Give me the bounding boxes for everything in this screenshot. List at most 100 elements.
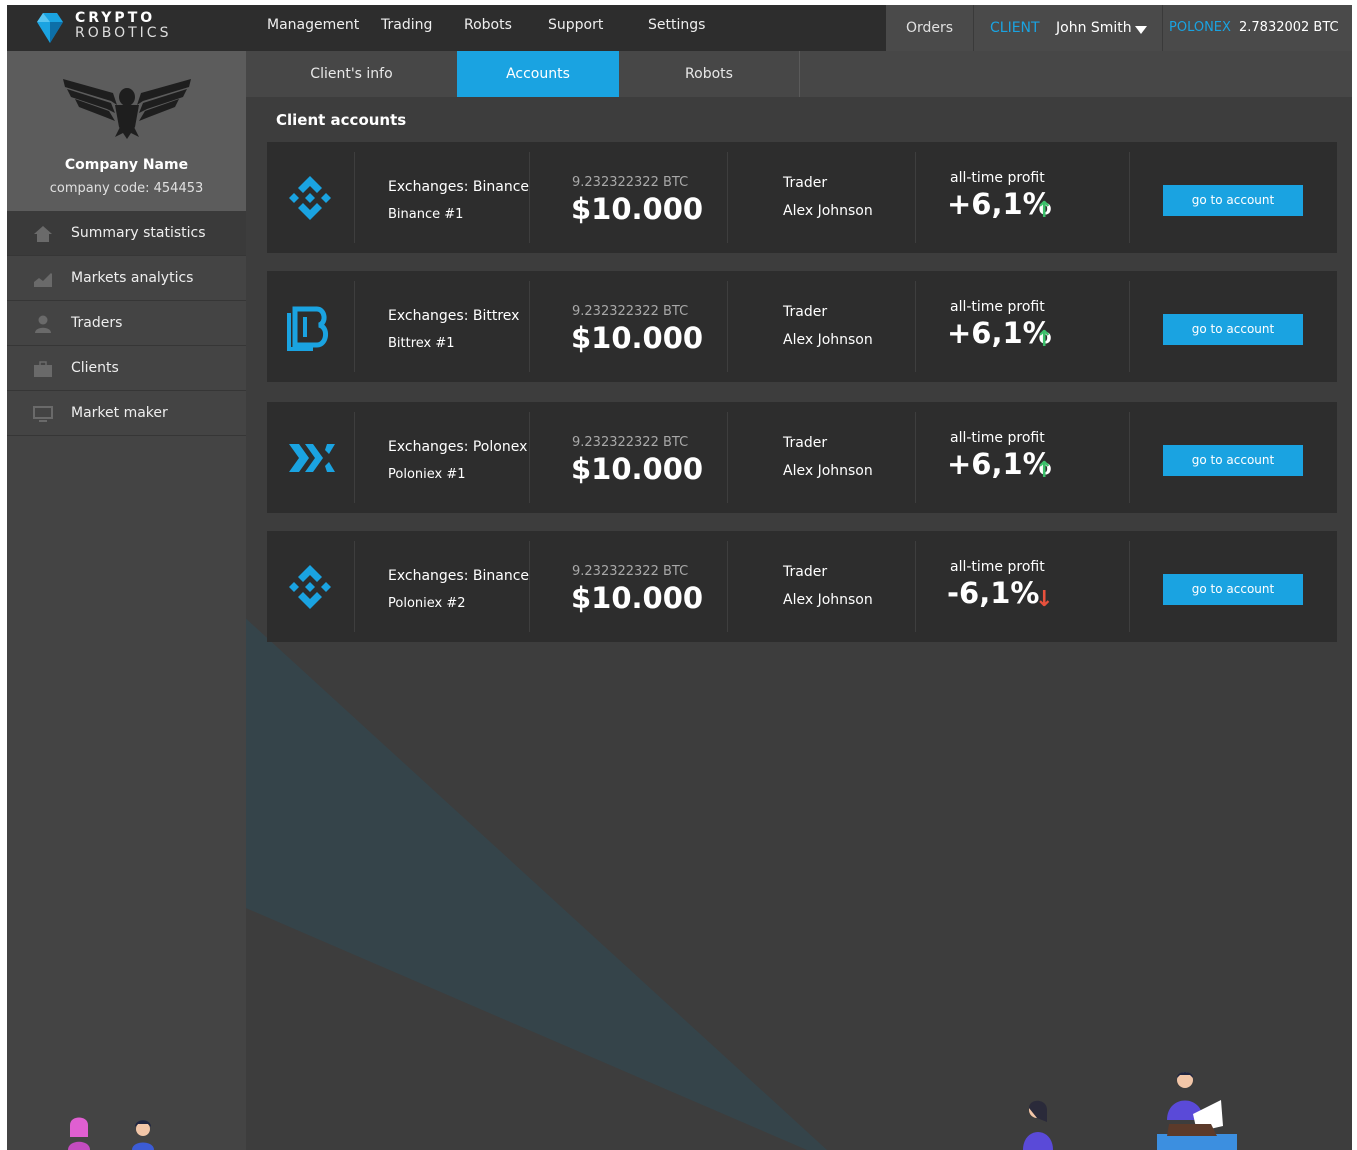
trader-name: Alex Johnson xyxy=(783,332,873,348)
card-divider xyxy=(915,541,916,632)
page-title: Client accounts xyxy=(276,111,407,129)
exchange-name: Exchanges: Bittrex xyxy=(388,308,520,324)
people-illustration-right xyxy=(1023,1072,1237,1150)
usd-balance: $10.000 xyxy=(571,192,704,226)
briefcase-icon xyxy=(34,361,52,377)
card-divider xyxy=(915,412,916,503)
sidebar-item-label: Traders xyxy=(71,315,123,331)
card-divider xyxy=(727,541,728,632)
nav-support[interactable]: Support xyxy=(548,17,603,33)
people-illustration-left xyxy=(68,1117,154,1150)
sidebar-item-clients[interactable]: Clients xyxy=(7,346,246,391)
arrow-down-icon: ↓ xyxy=(1035,587,1054,612)
trader-name: Alex Johnson xyxy=(783,463,873,479)
go-to-account-button[interactable]: go to account xyxy=(1163,185,1303,216)
monitor-icon xyxy=(33,406,53,422)
tab-clients-info[interactable]: Client's info xyxy=(246,51,457,97)
arrow-up-icon: ↑ xyxy=(1035,327,1054,352)
sidebar-item-label: Clients xyxy=(71,360,119,376)
go-to-account-button[interactable]: go to account xyxy=(1163,314,1303,345)
card-divider xyxy=(727,281,728,372)
binance-logo-icon xyxy=(289,565,331,609)
orders-button[interactable]: Orders xyxy=(886,5,974,51)
app-window: CRYPTO ROBOTICS Management Trading Robot… xyxy=(7,5,1352,1150)
tab-divider xyxy=(799,51,800,97)
sidebar-item-markets-analytics[interactable]: Markets analytics xyxy=(7,256,246,301)
card-divider xyxy=(1129,541,1130,632)
arrow-up-icon: ↑ xyxy=(1035,198,1054,223)
company-name: Company Name xyxy=(64,157,189,173)
account-name: Poloniex #2 xyxy=(388,596,466,611)
exchange-balance[interactable]: POLONEX 2.7832002 BTC xyxy=(1163,5,1352,51)
nav-settings[interactable]: Settings xyxy=(648,17,705,33)
sidebar-item-traders[interactable]: Traders xyxy=(7,301,246,346)
logo-text-top: CRYPTO xyxy=(75,10,156,26)
company-code: company code: 454453 xyxy=(49,181,204,196)
binance-logo-icon xyxy=(289,176,331,220)
tab-accounts[interactable]: Accounts xyxy=(457,51,619,97)
card-divider xyxy=(529,541,530,632)
eagle-logo-icon xyxy=(63,79,191,139)
account-card: Exchanges: Binance Binance #1 9.23232232… xyxy=(267,142,1337,253)
exchange-balance-value: 2.7832002 BTC xyxy=(1239,20,1339,35)
sidebar-item-market-maker[interactable]: Market maker xyxy=(7,391,246,436)
go-to-account-button[interactable]: go to account xyxy=(1163,574,1303,605)
account-card: Exchanges: Bittrex Bittrex #1 9.23232232… xyxy=(267,271,1337,382)
client-name: John Smith xyxy=(1056,20,1132,36)
card-divider xyxy=(354,152,355,243)
poloniex-logo-icon xyxy=(289,444,335,472)
top-right-panel: Orders CLIENT John Smith POLONEX 2.78320… xyxy=(886,5,1352,51)
nav-robots[interactable]: Robots xyxy=(464,17,512,33)
sidebar-item-label: Market maker xyxy=(71,405,168,421)
account-card: Exchanges: Polonex Poloniex #1 9.2323223… xyxy=(267,402,1337,513)
trader-label: Trader xyxy=(783,564,828,580)
card-divider xyxy=(727,152,728,243)
sidebar-item-label: Summary statistics xyxy=(71,225,206,241)
usd-balance: $10.000 xyxy=(571,581,704,615)
arrow-up-icon: ↑ xyxy=(1035,458,1054,483)
card-divider xyxy=(354,412,355,503)
btc-balance: 9.232322322 BTC xyxy=(572,564,689,579)
card-divider xyxy=(727,412,728,503)
trader-label: Trader xyxy=(783,175,828,191)
account-card: Exchanges: Binance Poloniex #2 9.2323223… xyxy=(267,531,1337,642)
btc-balance: 9.232322322 BTC xyxy=(572,304,689,319)
profit-label: all-time profit xyxy=(950,559,1045,575)
nav-management[interactable]: Management xyxy=(267,17,359,33)
card-divider xyxy=(529,412,530,503)
client-selector[interactable]: CLIENT John Smith xyxy=(974,5,1163,51)
profit-label: all-time profit xyxy=(950,299,1045,315)
home-icon xyxy=(34,226,52,242)
exchange-name: Exchanges: Binance xyxy=(388,179,529,195)
card-divider xyxy=(1129,412,1130,503)
account-name: Poloniex #1 xyxy=(388,467,466,482)
card-divider xyxy=(354,281,355,372)
sidebar: Company Name company code: 454453 Summar… xyxy=(7,51,246,1150)
card-divider xyxy=(529,152,530,243)
client-label: CLIENT xyxy=(990,20,1040,36)
usd-balance: $10.000 xyxy=(571,321,704,355)
nav-trading[interactable]: Trading xyxy=(381,17,432,33)
profit-label: all-time profit xyxy=(950,170,1045,186)
card-divider xyxy=(1129,152,1130,243)
card-divider xyxy=(915,281,916,372)
logo[interactable]: CRYPTO ROBOTICS xyxy=(7,5,246,51)
sidebar-item-summary-statistics[interactable]: Summary statistics xyxy=(7,211,246,256)
company-card: Company Name company code: 454453 xyxy=(7,51,246,211)
logo-text-bottom: ROBOTICS xyxy=(75,25,172,41)
account-name: Binance #1 xyxy=(388,207,464,222)
user-icon xyxy=(35,315,51,333)
btc-balance: 9.232322322 BTC xyxy=(572,435,689,450)
profit-value: -6,1% xyxy=(947,576,1040,610)
card-divider xyxy=(915,152,916,243)
top-bar: CRYPTO ROBOTICS Management Trading Robot… xyxy=(7,5,1352,51)
caret-down-icon xyxy=(1135,26,1147,34)
trader-label: Trader xyxy=(783,304,828,320)
card-divider xyxy=(354,541,355,632)
profit-label: all-time profit xyxy=(950,430,1045,446)
sidebar-item-label: Markets analytics xyxy=(71,270,194,286)
tab-robots[interactable]: Robots xyxy=(619,51,799,97)
sub-nav: Client's info Accounts Robots xyxy=(246,51,1352,97)
account-name: Bittrex #1 xyxy=(388,336,455,351)
go-to-account-button[interactable]: go to account xyxy=(1163,445,1303,476)
